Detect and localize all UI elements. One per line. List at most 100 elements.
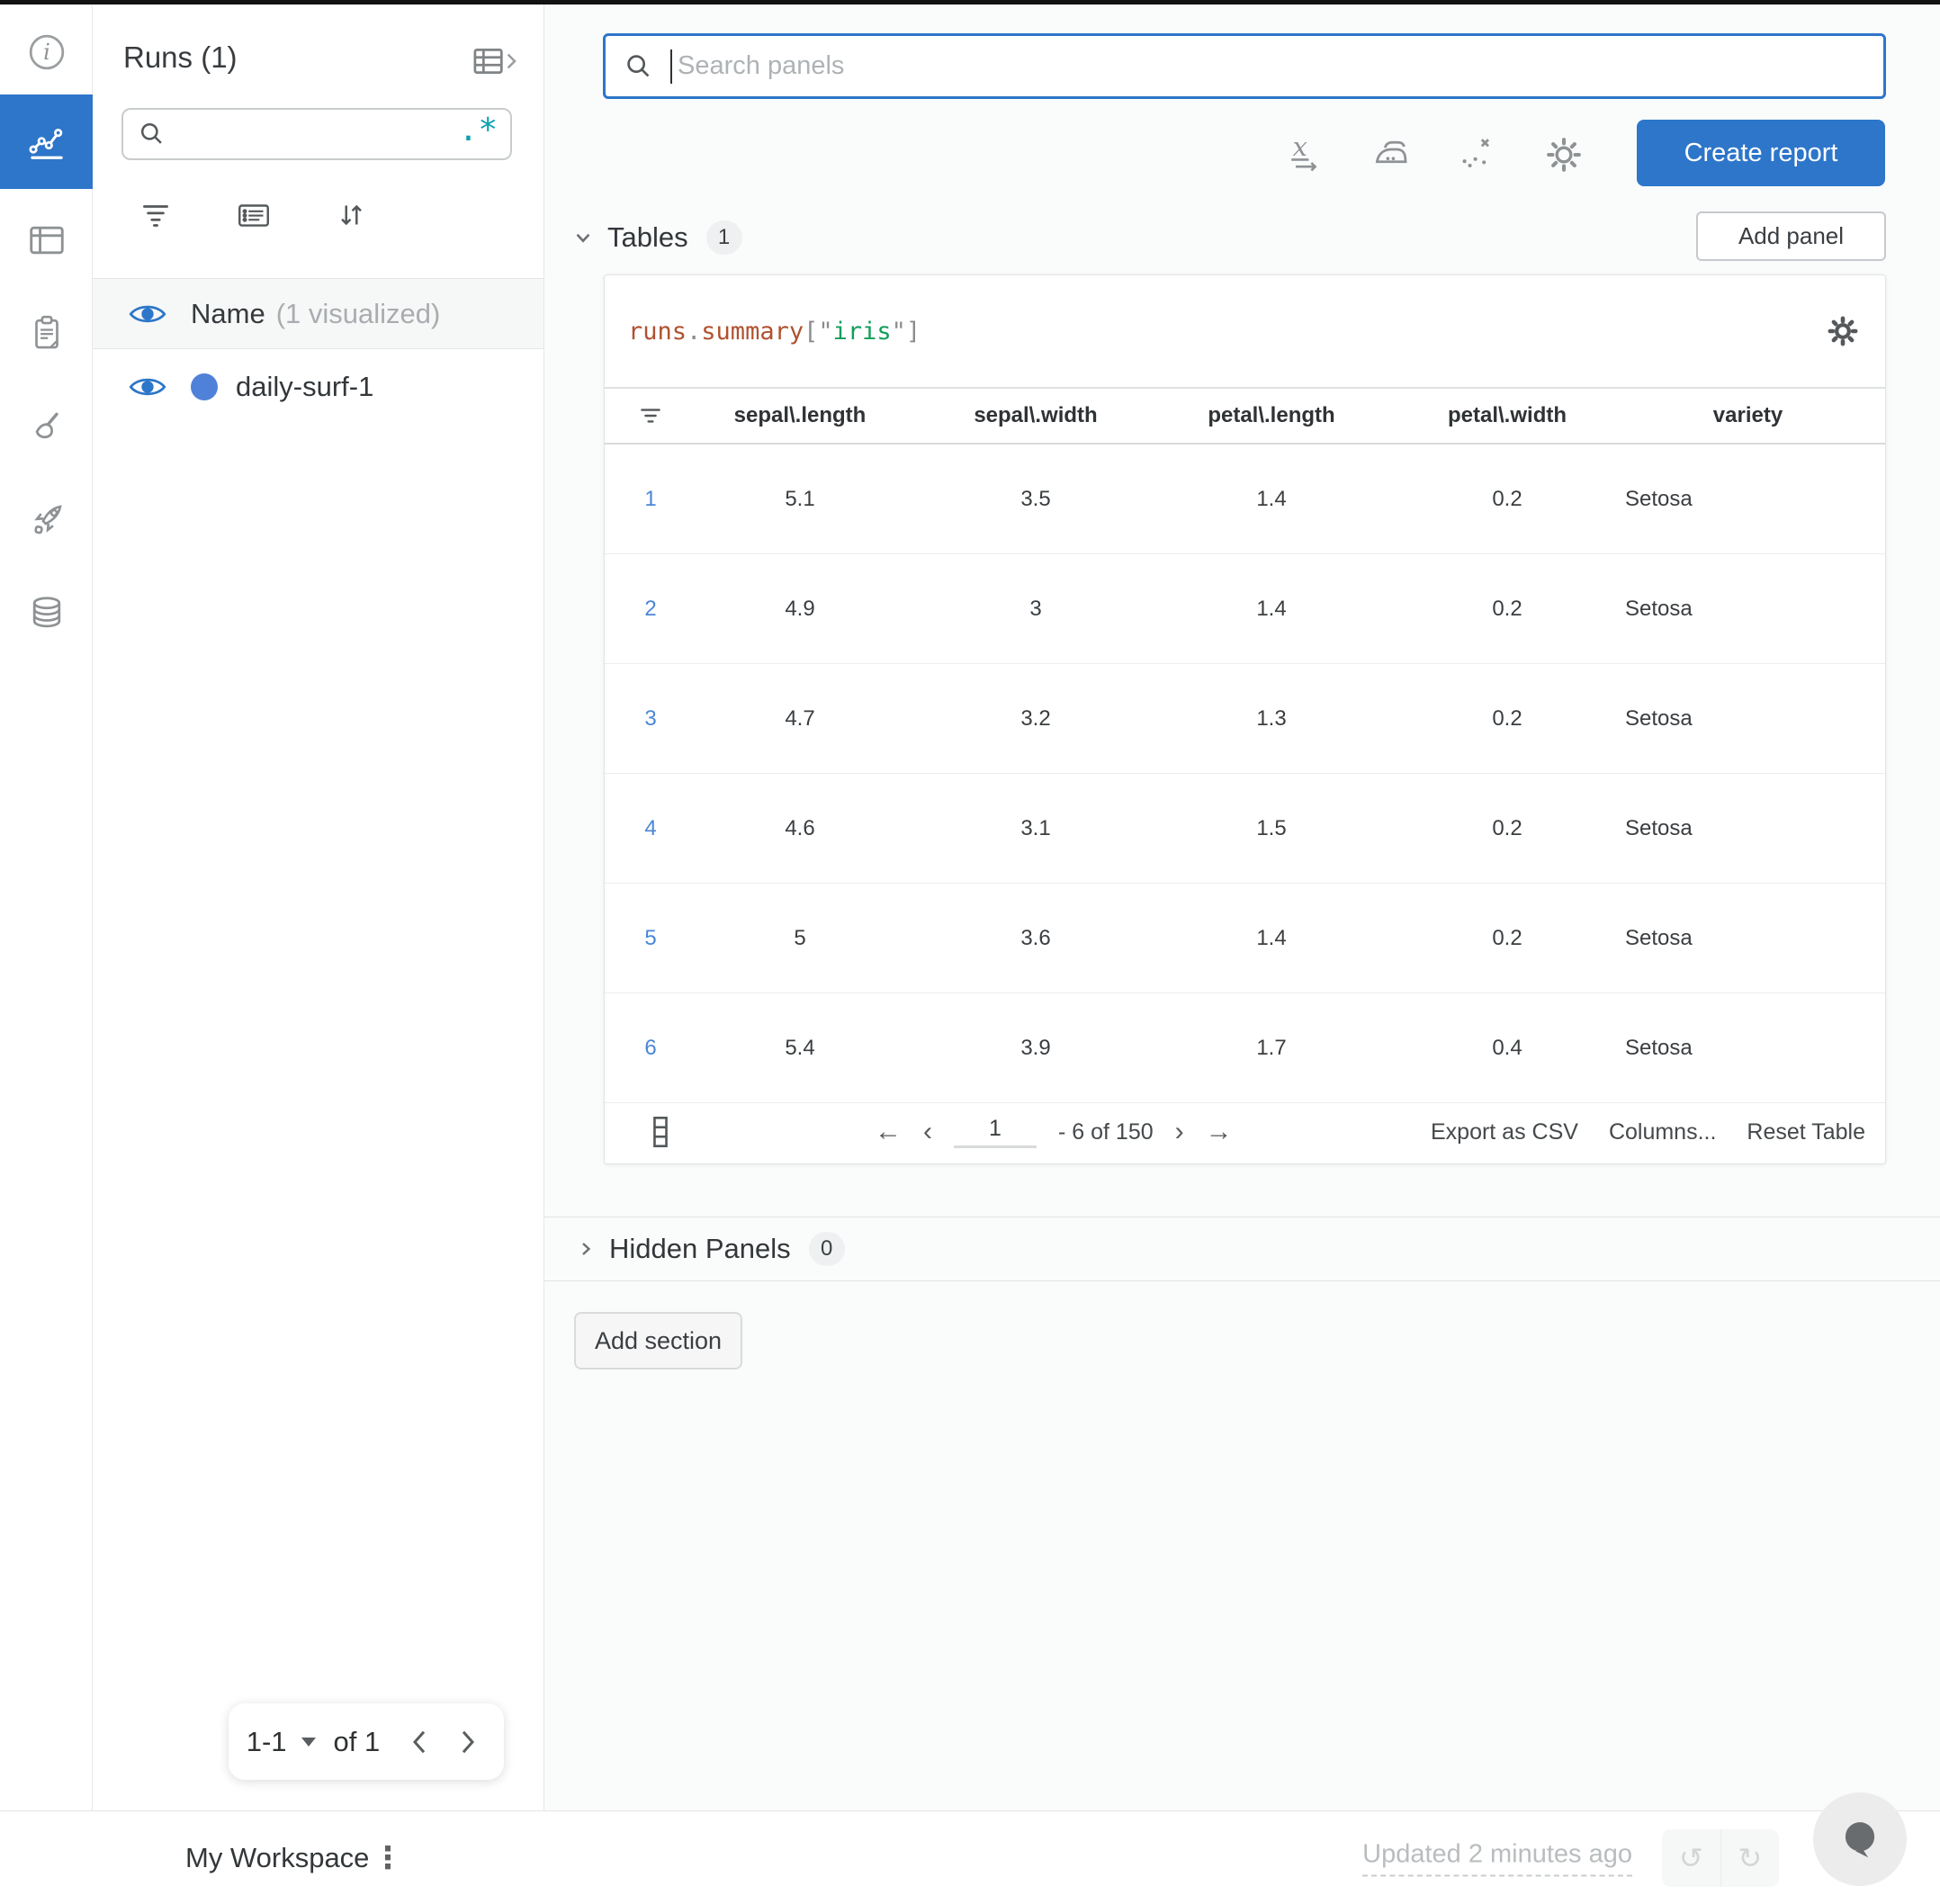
runs-search-input[interactable] [168,120,459,148]
columns-list-icon[interactable] [233,194,274,236]
table-cell: Setosa [1625,815,1693,840]
table-row: 6 5.4 3.9 1.7 0.4 Setosa [605,993,1885,1103]
sweep-broom-icon[interactable] [26,409,67,450]
row-index-link[interactable]: 6 [619,1036,682,1061]
next-page-icon[interactable] [450,1724,486,1760]
table-cell: 3.2 [1020,705,1051,731]
table-cell: 0.2 [1492,596,1522,621]
panel-header: runs.summary["iris"] [605,275,1885,389]
table-cell: 1.7 [1256,1035,1287,1060]
workspace-settings-gear-icon[interactable] [1542,133,1585,176]
prev-page-chevron-icon[interactable]: ‹ [923,1117,932,1147]
code-token: "] [891,317,921,346]
column-header[interactable]: petal\.width [1389,403,1625,428]
code-token: runs [628,317,687,346]
nav-item-charts-active[interactable] [0,94,93,189]
export-csv-button[interactable]: Export as CSV [1431,1119,1578,1145]
hidden-panels-section-header[interactable]: Hidden Panels 0 [544,1217,1940,1281]
table-cell: 0.2 [1492,486,1522,511]
run-name[interactable]: daily-surf-1 [236,371,373,403]
row-height-icon[interactable] [651,1117,669,1147]
tables-section-header[interactable]: Tables 1 [570,218,742,257]
eye-visible-icon[interactable] [128,300,167,328]
panels-layout-icon[interactable] [26,220,67,261]
runs-search-box: .* [121,108,512,160]
smoothing-iron-icon[interactable] [1370,133,1413,176]
table-cell: 5 [794,925,806,950]
last-page-arrow-icon[interactable]: → [1206,1117,1233,1147]
table-cell: 1.4 [1256,486,1287,511]
exclude-outliers-icon[interactable] [1456,133,1499,176]
create-report-button[interactable]: Create report [1637,120,1885,186]
table-row: 4 4.6 3.1 1.5 0.2 Setosa [605,774,1885,884]
table-cell: 3.1 [1020,815,1051,840]
regex-toggle-icon[interactable]: .* [459,114,498,147]
artifacts-database-icon[interactable] [26,591,67,633]
expand-runs-table-icon[interactable] [468,42,524,80]
table-cell: 1.4 [1256,596,1287,621]
wandb-workspace: i Runs (1) .* Name (1 visualized) daily-… [0,0,1940,1904]
page-number-input[interactable] [954,1116,1037,1148]
chat-support-button[interactable] [1813,1792,1907,1886]
runs-pagination-pill: 1-1 of 1 [229,1703,504,1780]
columns-button[interactable]: Columns... [1609,1119,1716,1145]
next-page-chevron-icon[interactable]: › [1175,1117,1184,1147]
runs-panel: Runs (1) .* Name (1 visualized) daily-su… [93,4,544,1810]
table-cell: Setosa [1625,596,1693,621]
panel-search-input[interactable] [678,51,1867,81]
undo-icon[interactable]: ↺ [1662,1829,1721,1887]
row-index-link[interactable]: 4 [619,816,682,841]
row-index-link[interactable]: 1 [619,487,682,512]
kebab-menu-icon[interactable]: ⋮ [373,1840,403,1876]
run-list-item[interactable]: daily-surf-1 [93,349,543,425]
redo-icon[interactable]: ↻ [1721,1829,1780,1887]
runs-panel-title: Runs (1) [123,40,238,74]
hidden-panels-label: Hidden Panels [609,1233,791,1264]
chevron-down-icon[interactable] [301,1737,316,1747]
table-cell: 5.4 [785,1035,815,1060]
svg-text:x: x [1293,133,1307,162]
column-header[interactable]: sepal\.width [918,403,1154,428]
panel-settings-gear-icon[interactable] [1824,312,1862,350]
code-token: iris [832,317,892,346]
prev-page-icon[interactable] [401,1724,437,1760]
iris-table-panel: runs.summary["iris"] sepal\.length sepal… [604,274,1886,1164]
filter-runs-icon[interactable] [135,194,176,236]
search-icon [627,54,650,76]
table-footer-actions: Export as CSV Columns... Reset Table [1431,1103,1865,1161]
runs-visibility-header[interactable]: Name (1 visualized) [93,278,543,349]
table-filter-icon[interactable] [636,401,665,430]
first-page-arrow-icon[interactable]: ← [875,1117,902,1147]
tables-section-label: Tables [607,221,688,253]
table-row: 3 4.7 3.2 1.3 0.2 Setosa [605,664,1885,774]
column-header[interactable]: sepal\.length [682,403,918,428]
launch-rocket-icon[interactable] [26,499,67,541]
row-index-link[interactable]: 5 [619,926,682,951]
code-token: [" [804,317,833,346]
chat-bubble-icon [1845,1822,1875,1858]
sort-runs-icon[interactable] [330,194,372,236]
table-cell: Setosa [1625,1035,1693,1060]
visibility-header-label: Name [191,297,265,329]
table-cell: 3.9 [1020,1035,1051,1060]
table-cell: 1.5 [1256,815,1287,840]
column-header[interactable]: variety [1625,403,1871,428]
workspace-name[interactable]: My Workspace [185,1842,369,1874]
chevron-down-icon [576,233,590,243]
reset-table-button[interactable]: Reset Table [1747,1119,1865,1145]
runs-page-range[interactable]: 1-1 [247,1726,287,1758]
column-header[interactable]: petal\.length [1154,403,1389,428]
last-updated-label[interactable]: Updated 2 minutes ago [1362,1839,1632,1876]
row-index-link[interactable]: 3 [619,706,682,732]
page-range-label: - 6 of 150 [1058,1118,1154,1145]
add-section-button[interactable]: Add section [574,1312,742,1370]
notes-clipboard-icon[interactable] [26,312,67,354]
table-cell: Setosa [1625,925,1693,950]
eye-visible-icon[interactable] [128,373,167,401]
info-icon[interactable]: i [26,31,67,73]
row-index-link[interactable]: 2 [619,597,682,622]
add-panel-button[interactable]: Add panel [1696,211,1886,261]
table-cell: 3 [1029,596,1042,621]
table-cell: Setosa [1625,486,1693,511]
x-axis-settings-icon[interactable]: x [1285,133,1328,176]
